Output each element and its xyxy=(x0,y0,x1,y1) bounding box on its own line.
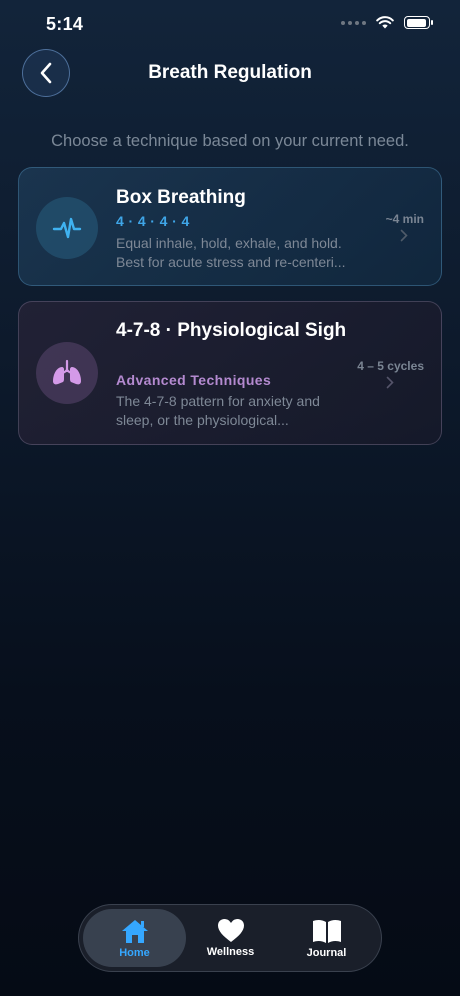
status-icons xyxy=(341,16,433,29)
tab-label-journal: Journal xyxy=(306,946,347,959)
status-bar: 5:14 xyxy=(0,0,460,50)
tab-label-wellness: Wellness xyxy=(206,946,255,958)
technique-description: Equal inhale, hold, exhale, and hold. Be… xyxy=(116,235,346,270)
page-subtitle: Choose a technique based on your current… xyxy=(51,132,409,150)
technique-icon-container xyxy=(36,197,98,259)
status-time: 5:14 xyxy=(46,14,84,34)
cellular-signal-icon xyxy=(341,20,366,25)
technique-title: Box Breathing xyxy=(116,187,246,208)
tab-bar: Home Wellness Journal xyxy=(78,904,382,972)
book-icon xyxy=(312,919,341,943)
technique-description: The 4-7-8 pattern for anxiety and sleep,… xyxy=(116,393,320,428)
chevron-right-icon xyxy=(386,376,394,389)
technique-duration: ~4 min xyxy=(385,212,424,226)
lungs-icon xyxy=(53,359,81,385)
tab-wellness[interactable]: Wellness xyxy=(179,909,282,967)
page-title: Breath Regulation xyxy=(148,62,312,83)
home-icon xyxy=(121,919,148,943)
chevron-right-icon xyxy=(400,229,408,242)
technique-pattern: 4 · 4 · 4 · 4 xyxy=(116,213,190,229)
technique-category: Advanced Techniques xyxy=(116,372,272,388)
tab-home[interactable]: Home xyxy=(83,909,186,967)
heart-icon xyxy=(217,919,244,942)
technique-title: 4-7-8 · Physiological Sigh xyxy=(116,320,347,341)
technique-card-box-breathing[interactable]: Box Breathing 4 · 4 · 4 · 4 Equal inhale… xyxy=(18,167,442,286)
technique-card-physiological-sigh[interactable]: 4-7-8 · Physiological Sigh Advanced Tech… xyxy=(18,301,442,445)
pulse-icon xyxy=(52,217,82,239)
wifi-icon xyxy=(376,16,394,29)
battery-icon xyxy=(404,16,433,29)
tab-journal[interactable]: Journal xyxy=(275,909,378,967)
technique-icon-container xyxy=(36,342,98,404)
tab-label-home: Home xyxy=(119,946,150,959)
technique-cycles: 4 – 5 cycles xyxy=(357,359,424,373)
